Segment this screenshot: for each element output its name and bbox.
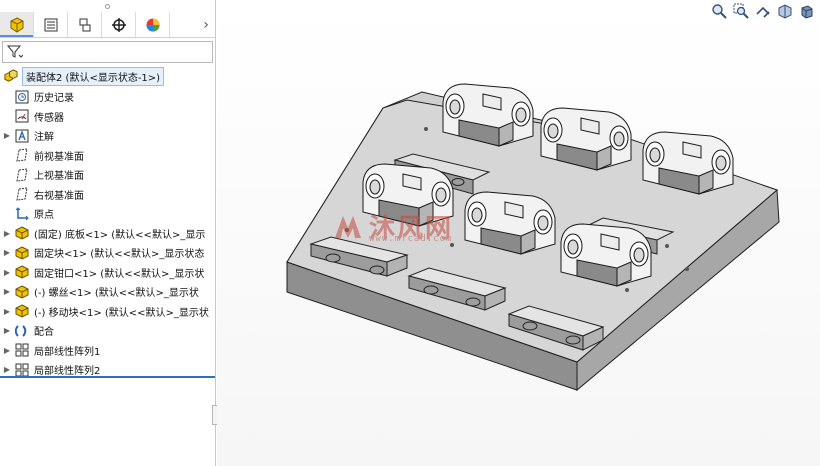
filter-bar[interactable] bbox=[2, 41, 213, 63]
tree-item-label: 前视基准面 bbox=[34, 151, 84, 163]
tree-item-label: 注解 bbox=[34, 132, 54, 144]
crosshair-icon bbox=[111, 17, 126, 32]
tree-item-label: (-) 螺丝<1> (默认<<默认>_显示状 bbox=[34, 288, 199, 300]
tree-item[interactable]: 传感器 bbox=[0, 107, 215, 127]
watermark-url: www.mfcad.com bbox=[369, 234, 453, 244]
tree-item[interactable]: ▶ 固定钳口<1> (默认<<默认>_显示状 bbox=[0, 263, 215, 283]
manager-tabs: › bbox=[0, 12, 215, 38]
property-manager-icon bbox=[44, 18, 57, 31]
tree-divider bbox=[0, 376, 215, 378]
tree-item[interactable]: ▶ (-) 螺丝<1> (默认<<默认>_显示状 bbox=[0, 282, 215, 302]
feature-tree: 装配体2 (默认<显示状态-1>) 历史记录传感器 ▶ 注解前视基准面上视基准面右视… bbox=[0, 65, 215, 377]
plane-icon bbox=[14, 186, 30, 202]
tree-item[interactable]: 前视基准面 bbox=[0, 146, 215, 166]
origin-icon bbox=[14, 206, 30, 222]
chevron-right-icon[interactable]: › bbox=[197, 12, 215, 37]
tree-item[interactable]: ▶ 固定块<1> (默认<<默认>_显示状态 bbox=[0, 243, 215, 263]
part-icon bbox=[14, 264, 30, 280]
tree-item-label: (-) 移动块<1> (默认<<默认>_显示状 bbox=[34, 307, 209, 319]
tree-item-label: 原点 bbox=[34, 210, 54, 222]
expand-arrow-icon[interactable]: ▶ bbox=[0, 287, 14, 296]
panel-grip[interactable] bbox=[0, 0, 215, 12]
pattern-icon bbox=[14, 342, 30, 358]
watermark-logo-icon bbox=[335, 215, 361, 238]
tree-item[interactable]: 上视基准面 bbox=[0, 165, 215, 185]
plane-icon bbox=[14, 167, 30, 183]
tree-item[interactable]: 原点 bbox=[0, 204, 215, 224]
tree-root[interactable]: 装配体2 (默认<显示状态-1>) bbox=[0, 65, 215, 87]
fixture-assembly-model[interactable] bbox=[217, 0, 820, 466]
mates-icon bbox=[14, 323, 30, 339]
tree-item-label: 配合 bbox=[34, 327, 54, 339]
tree-item[interactable]: 右视基准面 bbox=[0, 185, 215, 205]
tree-item-label: 局部线性阵列1 bbox=[34, 346, 101, 358]
part-icon bbox=[14, 303, 30, 319]
expand-arrow-icon[interactable]: ▶ bbox=[0, 229, 14, 238]
tree-items: 历史记录传感器 ▶ 注解前视基准面上视基准面右视基准面原点 ▶ (固定) 底板<1> (… bbox=[0, 87, 215, 380]
part-icon bbox=[14, 225, 30, 241]
tree-item-label: 传感器 bbox=[34, 112, 64, 124]
filter-icon[interactable] bbox=[7, 45, 23, 59]
part-icon bbox=[14, 284, 30, 300]
feature-manager-panel: › 装配体2 (默认<显示状态-1>) 历史记录传感器 ▶ 注解前视基准面上视基准面… bbox=[0, 0, 219, 466]
tree-item[interactable]: ▶ 配合 bbox=[0, 321, 215, 341]
expand-arrow-icon[interactable]: ▶ bbox=[0, 365, 14, 374]
tab-feature-manager[interactable] bbox=[0, 12, 34, 37]
expand-arrow-icon[interactable]: ▶ bbox=[0, 326, 14, 335]
tab-display-manager[interactable] bbox=[136, 12, 170, 37]
tree-root-label: 装配体2 (默认<显示状态-1>) bbox=[22, 66, 165, 86]
tree-item-label: 右视基准面 bbox=[34, 190, 84, 202]
tree-item[interactable]: 历史记录 bbox=[0, 87, 215, 107]
tree-item-label: 局部线性阵列2 bbox=[34, 366, 101, 378]
expand-arrow-icon[interactable]: ▶ bbox=[0, 268, 14, 277]
display-manager-icon bbox=[146, 18, 159, 31]
feature-manager-icon bbox=[10, 16, 23, 33]
tab-configuration-manager[interactable] bbox=[68, 12, 102, 37]
configuration-manager-icon bbox=[79, 18, 90, 31]
tab-dimxpert-manager[interactable] bbox=[102, 12, 136, 37]
history-icon bbox=[14, 89, 30, 105]
tree-item[interactable]: ▶ (-) 移动块<1> (默认<<默认>_显示状 bbox=[0, 302, 215, 322]
tree-item-label: (固定) 底板<1> (默认<<默认>_显示 bbox=[34, 229, 206, 241]
expand-arrow-icon[interactable]: ▶ bbox=[0, 131, 14, 140]
expand-arrow-icon[interactable]: ▶ bbox=[0, 248, 14, 257]
part-icon bbox=[14, 245, 30, 261]
tree-item-label: 上视基准面 bbox=[34, 171, 84, 183]
watermark: 沐风网 www.mfcad.com bbox=[333, 208, 453, 245]
tree-item-label: 历史记录 bbox=[34, 93, 74, 105]
tree-item-label: 固定块<1> (默认<<默认>_显示状态 bbox=[34, 249, 205, 261]
expand-arrow-icon[interactable]: ▶ bbox=[0, 307, 14, 316]
tree-item[interactable]: ▶ (固定) 底板<1> (默认<<默认>_显示 bbox=[0, 224, 215, 244]
annotation-icon bbox=[14, 128, 30, 144]
tree-item-label: 固定钳口<1> (默认<<默认>_显示状 bbox=[34, 268, 205, 280]
assembly-icon bbox=[2, 68, 18, 84]
tree-item[interactable]: ▶ 局部线性阵列1 bbox=[0, 341, 215, 361]
plane-icon bbox=[14, 147, 30, 163]
tree-item[interactable]: ▶ 注解 bbox=[0, 126, 215, 146]
graphics-viewport[interactable]: 沐风网 www.mfcad.com bbox=[217, 0, 820, 466]
tab-property-manager[interactable] bbox=[34, 12, 68, 37]
expand-arrow-icon[interactable]: ▶ bbox=[0, 346, 14, 355]
sensor-icon bbox=[14, 108, 30, 124]
